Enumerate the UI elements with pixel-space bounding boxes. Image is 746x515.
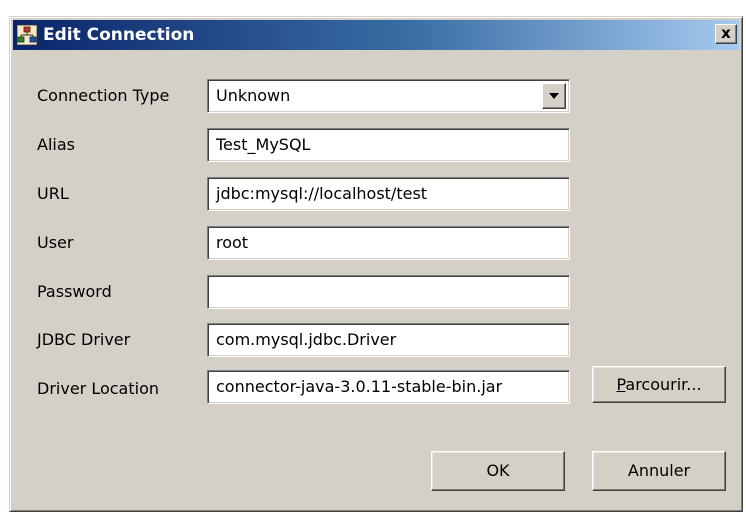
connection-type-select[interactable]: Unknown: [207, 79, 570, 113]
connection-type-label: Connection Type: [37, 86, 170, 105]
dialog-title: Edit Connection: [43, 25, 195, 45]
jdbc-driver-label: JDBC Driver: [37, 330, 131, 349]
cancel-button[interactable]: Annuler: [592, 451, 726, 491]
url-field[interactable]: jdbc:mysql://localhost/test: [207, 177, 570, 211]
ok-button[interactable]: OK: [431, 451, 565, 491]
close-button[interactable]: x: [715, 24, 737, 44]
driver-location-field[interactable]: connector-java-3.0.11-stable-bin.jar: [207, 370, 570, 404]
password-field[interactable]: [207, 275, 570, 309]
edit-connection-dialog: Edit Connection x Connection Type Unknow…: [9, 16, 743, 512]
password-label: Password: [37, 282, 112, 301]
alias-field[interactable]: Test_MySQL: [207, 128, 570, 162]
chevron-down-icon: [549, 93, 559, 99]
close-icon: x: [721, 24, 731, 42]
browse-label: arcourir...: [625, 375, 702, 394]
connection-type-value: Unknown: [216, 86, 291, 105]
jdbc-driver-field[interactable]: com.mysql.jdbc.Driver: [207, 323, 570, 357]
user-label: User: [37, 233, 74, 252]
driver-location-label: Driver Location: [37, 379, 159, 398]
title-bar[interactable]: Edit Connection x: [13, 20, 739, 50]
browse-button[interactable]: Parcourir...: [592, 366, 726, 403]
database-tree-icon: [17, 25, 37, 45]
user-field[interactable]: root: [207, 226, 570, 260]
dropdown-button[interactable]: [542, 83, 566, 109]
alias-label: Alias: [37, 135, 75, 154]
url-label: URL: [37, 184, 69, 203]
